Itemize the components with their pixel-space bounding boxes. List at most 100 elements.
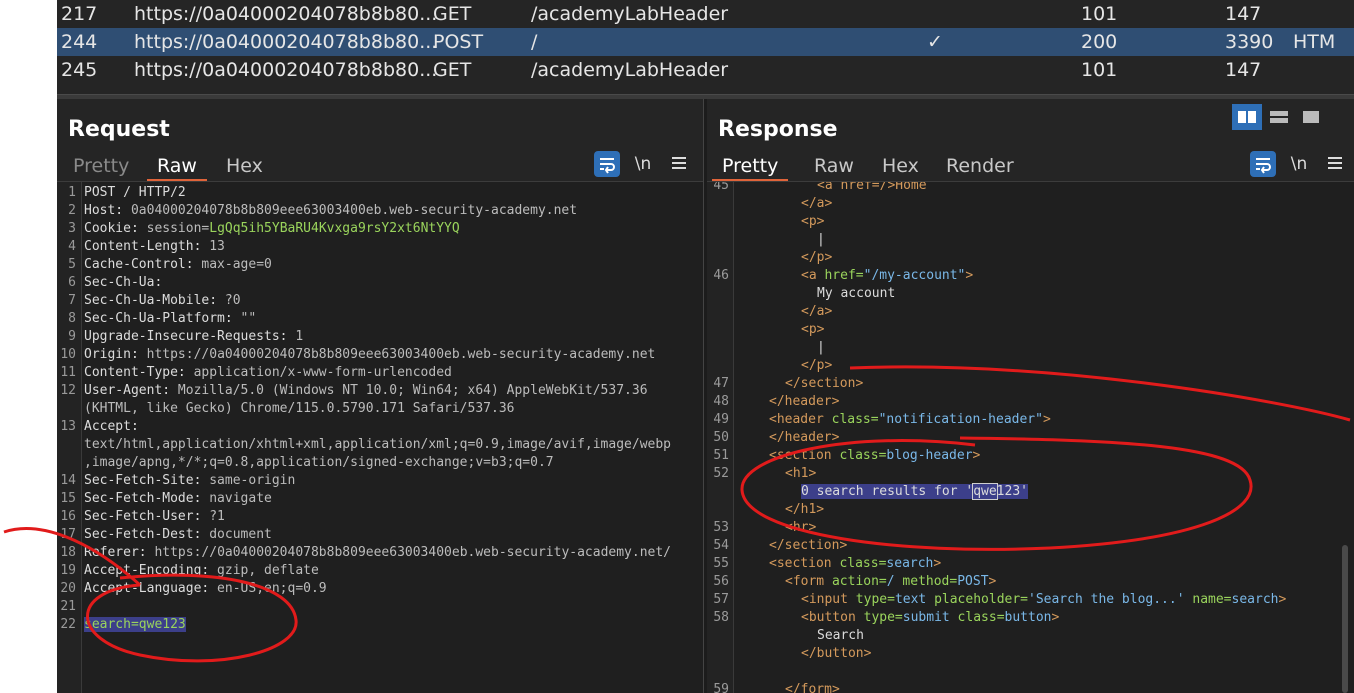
header-value: gzip, deflate [209, 563, 319, 578]
hamburger-menu-icon[interactable] [1322, 151, 1348, 177]
code-line: 47 </section> [707, 375, 1354, 393]
line-number: 47 [713, 376, 729, 391]
code-line: 55 <section class=search> [707, 555, 1354, 573]
code-line: | [707, 231, 1354, 249]
html-tag: </p> [801, 358, 833, 373]
code-line: </p> [707, 249, 1354, 267]
row-method: GET [433, 3, 472, 25]
http-history-table: 217 https://0a04000204078b8b80... GET/acad… [57, 0, 1354, 94]
code-text: <button type=submit class=button> [801, 609, 1059, 627]
html-tag: <form [785, 574, 825, 589]
code-line: 11 Content-Type: application/x-www-form-u… [57, 364, 703, 382]
header-value: (KHTML, like Gecko) Chrome/115.0.5790.17… [84, 401, 515, 416]
wrap-lines-icon[interactable] [594, 151, 620, 177]
html-tag: </a> [801, 304, 833, 319]
checkmark-icon: ✓ [927, 31, 943, 53]
response-editor[interactable]: 45 <a href=/>Home </a> <p> | </p> 46 <a href="/… [707, 182, 1354, 693]
row-host: https://0a04000204078b8b80... [134, 59, 438, 81]
code-text: Sec-Ch-Ua-Platform: "" [84, 310, 256, 328]
request-pane: Request Pretty Raw Hex \n 1 POST / HTTP/2… [57, 99, 703, 693]
code-text: Accept: [84, 418, 139, 436]
code-text: Sec-Fetch-Dest: document [84, 526, 272, 544]
attr-name: name= [1184, 592, 1232, 607]
code-text: </p> [801, 357, 832, 375]
newline-toggle-button[interactable]: \n [1286, 151, 1312, 177]
history-row[interactable]: 217 https://0a04000204078b8b80... GET/acad… [57, 0, 1354, 28]
line-number: 57 [713, 592, 729, 607]
code-line: </h1> [707, 501, 1354, 519]
line-number: 9 [68, 329, 76, 344]
row-length: 147 [1225, 59, 1262, 81]
code-text: </a> [801, 195, 832, 213]
code-text: search=qwe123 [84, 616, 186, 634]
code-line: 58 <button type=submit class=button> [707, 609, 1354, 627]
attr-value: search [886, 556, 934, 571]
code-line: 56 <form action=/ method=POST> [707, 573, 1354, 591]
tab-raw[interactable]: Raw [147, 153, 207, 182]
code-line: 18 Referer: https://0a04000204078b8b809ee… [57, 544, 703, 562]
header-name: Sec-Fetch-Dest: [84, 527, 202, 542]
split-vertical-icon[interactable] [1264, 104, 1294, 130]
single-pane-icon[interactable] [1296, 104, 1326, 130]
line-number: 15 [60, 491, 76, 506]
attr-name: action= [824, 574, 887, 589]
code-text: </h1> [785, 501, 824, 519]
code-line: 59 </form> [707, 681, 1354, 693]
code-line: 51 <section class=blog-header> [707, 447, 1354, 465]
header-value: application/x-www-form-urlencoded [185, 365, 452, 380]
split-horizontal-icon[interactable] [1232, 104, 1262, 130]
hamburger-menu-icon[interactable] [666, 151, 692, 177]
request-title: Request [68, 117, 170, 142]
code-text: Search [817, 627, 864, 645]
header-name: Origin: [84, 347, 139, 362]
code-line: 49 <header class="notification-header"> [707, 411, 1354, 429]
header-name: Referer: [84, 545, 147, 560]
code-text: Cookie: session=LgQq5ih5YBaRU4Kvxga9rsY2… [84, 220, 460, 238]
header-value: text/html,application/xhtml+xml,applicat… [84, 437, 671, 452]
line-number: 8 [68, 311, 76, 326]
tab-hex[interactable]: Hex [882, 153, 919, 179]
header-name: Sec-Ch-Ua-Mobile: [84, 293, 218, 308]
html-tag-close: > [933, 556, 942, 571]
line-number: 54 [713, 538, 729, 553]
history-row[interactable]: 245 https://0a04000204078b8b80... GET/acad… [57, 56, 1354, 84]
code-line: 6 Sec-Ch-Ua: [57, 274, 703, 292]
line-number: 45 [713, 182, 729, 193]
row-method: POST [433, 31, 484, 53]
code-line: 0 search results for 'qwe123' [707, 483, 1354, 501]
wrap-lines-icon[interactable] [1250, 151, 1276, 177]
code-line: 20 Accept-Language: en-US,en;q=0.9 [57, 580, 703, 598]
header-name: Sec-Fetch-Site: [84, 473, 202, 488]
header-name: Content-Type: [84, 365, 186, 380]
code-text: <a href=/>Home [817, 182, 927, 195]
history-row[interactable]: 244 https://0a04000204078b8b80... POST / ✓ 20… [57, 28, 1354, 56]
tab-pretty[interactable]: Pretty [712, 153, 789, 182]
text-node: Search [817, 628, 864, 643]
row-id: 244 [61, 31, 98, 53]
text-node: My account [817, 286, 896, 301]
row-mime: HTM [1293, 31, 1336, 53]
code-text: </header> [769, 429, 839, 447]
newline-toggle-button[interactable]: \n [630, 151, 656, 177]
html-tag: <hr> [785, 520, 817, 535]
code-line: (KHTML, like Gecko) Chrome/115.0.5790.17… [57, 400, 703, 418]
header-value: ?1 [201, 509, 225, 524]
code-line: 19 Accept-Encoding: gzip, deflate [57, 562, 703, 580]
tab-pretty[interactable]: Pretty [73, 153, 129, 179]
code-line: 10 Origin: https://0a04000204078b8b809eee… [57, 346, 703, 364]
code-line: 45 <a href=/>Home [707, 182, 1354, 195]
line-number: 20 [60, 581, 76, 596]
attr-value: POST [957, 574, 989, 589]
tab-raw[interactable]: Raw [814, 153, 854, 179]
tab-render[interactable]: Render [946, 153, 1014, 179]
html-tag: </p> [801, 250, 833, 265]
code-text: | [817, 231, 825, 249]
request-editor[interactable]: 1 POST / HTTP/2 2 Host: 0a04000204078b8b809… [57, 182, 703, 693]
attr-name: href= [816, 268, 864, 283]
header-value: en-US,en;q=0.9 [209, 581, 327, 596]
tab-hex[interactable]: Hex [226, 153, 263, 179]
line-number: 51 [713, 448, 729, 463]
row-path: /academyLabHeader [531, 3, 729, 25]
response-scrollbar[interactable] [1342, 545, 1348, 693]
header-value: max-age=0 [193, 257, 272, 272]
